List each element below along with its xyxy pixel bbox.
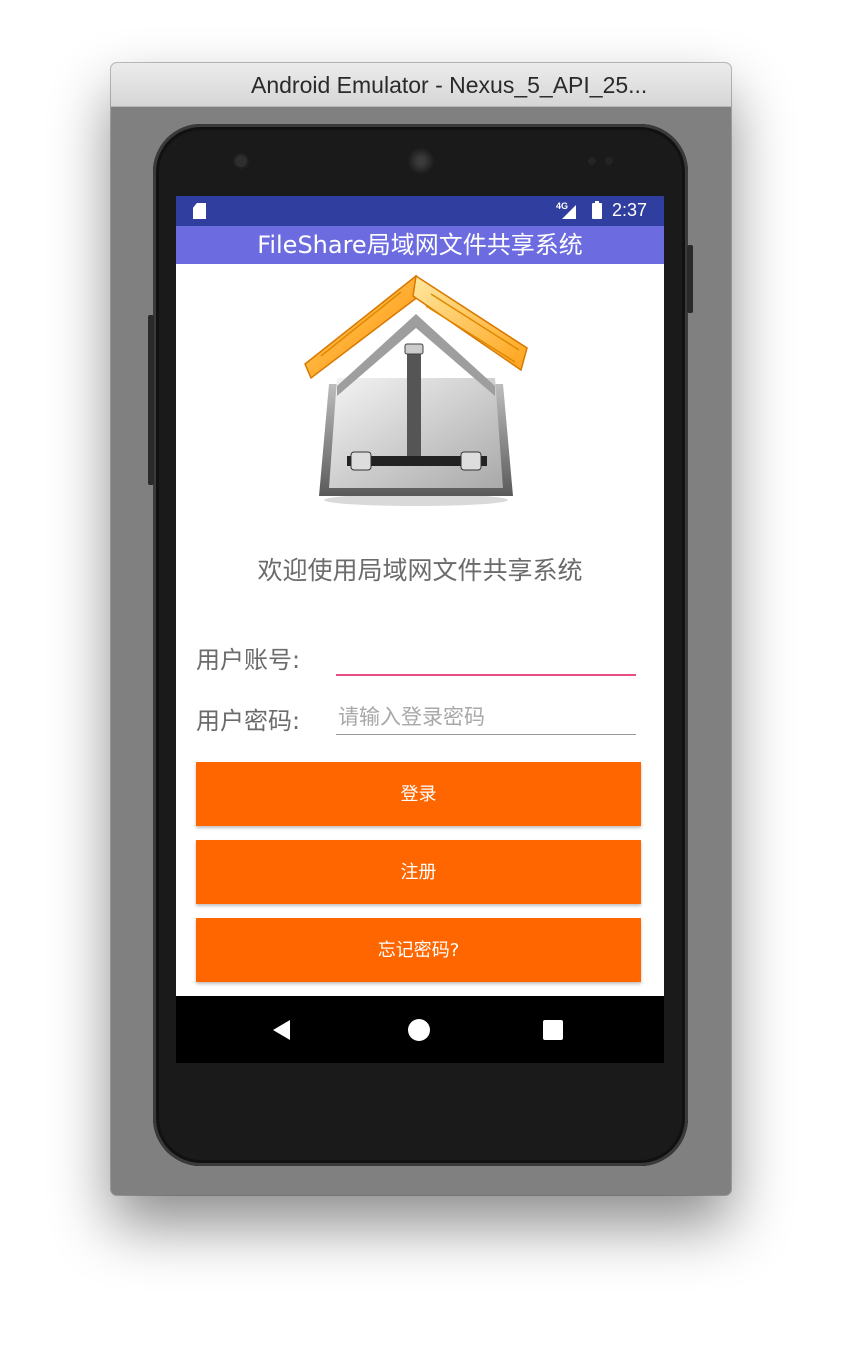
username-label: 用户账号: <box>196 646 301 674</box>
sd-card-icon <box>193 203 206 219</box>
window-titlebar[interactable]: Android Emulator - Nexus_5_API_25... <box>111 63 731 107</box>
status-bar: 4G 2:37 <box>176 196 664 226</box>
status-time: 2:37 <box>612 200 648 220</box>
welcome-text: 欢迎使用局域网文件共享系统 <box>257 556 583 585</box>
phone-screen: 4G 2:37 FileShare局域网文件共享系统 欢迎使用局域网文件共享系统… <box>176 196 664 1063</box>
login-button[interactable]: 登录 <box>196 762 641 826</box>
register-button[interactable]: 注册 <box>196 840 641 904</box>
signal-icon <box>562 205 576 219</box>
home-icon[interactable] <box>408 1019 430 1041</box>
speaker-icon <box>408 148 434 174</box>
username-input[interactable] <box>336 640 636 676</box>
password-input[interactable] <box>336 699 636 735</box>
app-title: FileShare局域网文件共享系统 <box>257 231 583 259</box>
volume-button[interactable] <box>148 315 154 485</box>
battery-icon <box>592 201 602 219</box>
forgot-password-button[interactable]: 忘记密码? <box>196 918 641 982</box>
app-bar: FileShare局域网文件共享系统 <box>176 226 664 264</box>
desktop: Android Emulator - Nexus_5_API_25... 4G … <box>0 0 842 1354</box>
sensor-icon <box>605 157 613 165</box>
sensor-icon <box>588 157 596 165</box>
power-button[interactable] <box>687 245 693 313</box>
window-title: Android Emulator - Nexus_5_API_25... <box>251 72 648 98</box>
recents-icon[interactable] <box>543 1020 563 1040</box>
house-logo-icon <box>304 274 528 506</box>
password-label: 用户密码: <box>196 707 301 735</box>
front-camera-icon <box>235 155 247 167</box>
navigation-bar <box>176 996 664 1063</box>
back-icon[interactable] <box>273 1020 290 1040</box>
